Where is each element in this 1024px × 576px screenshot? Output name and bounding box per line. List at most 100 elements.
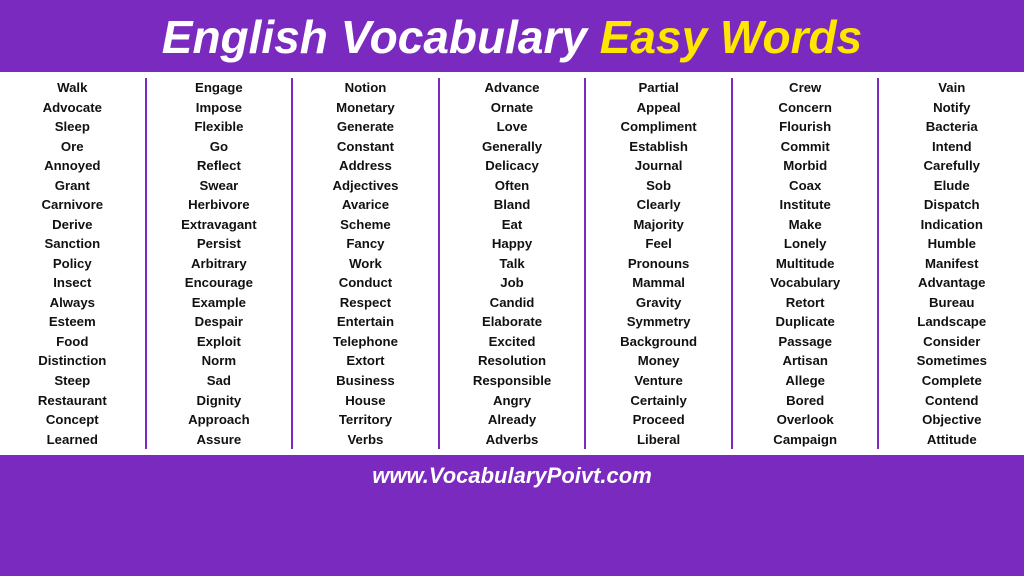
header: English Vocabulary Easy Words [0,0,1024,72]
word-item: Feel [645,234,671,254]
word-item: Exploit [197,332,241,352]
word-item: Vain [938,78,965,98]
word-item: Eat [502,215,523,235]
word-item: Background [620,332,697,352]
word-item: Engage [195,78,243,98]
word-item: Crew [789,78,821,98]
word-item: Generally [482,137,542,157]
word-item: Impose [196,98,242,118]
word-item: Carnivore [42,195,104,215]
word-item: Certainly [630,391,686,411]
word-item: Talk [499,254,524,274]
word-item: Make [789,215,822,235]
word-item: Overlook [777,410,834,430]
word-item: Sanction [44,234,100,254]
column-6: CrewConcernFlourishCommitMorbidCoaxInsti… [733,78,880,449]
word-item: Address [339,156,392,176]
word-item: Bland [494,195,531,215]
word-item: Commit [781,137,830,157]
word-item: Humble [928,234,976,254]
word-item: Entertain [337,312,394,332]
word-item: Campaign [773,430,837,450]
word-item: Sleep [55,117,90,137]
word-item: Scheme [340,215,391,235]
column-5: PartialAppealComplimentEstablishJournalS… [586,78,733,449]
word-item: Happy [492,234,532,254]
word-item: Dignity [197,391,242,411]
word-item: Verbs [347,430,383,450]
word-item: Morbid [783,156,827,176]
word-item: Example [192,293,246,313]
word-item: Business [336,371,395,391]
word-item: Landscape [917,312,986,332]
word-item: Extort [346,351,384,371]
column-2: EngageImposeFlexibleGoReflectSwearHerbiv… [147,78,294,449]
word-item: Liberal [637,430,680,450]
word-item: Clearly [637,195,681,215]
word-item: Elude [934,176,970,196]
word-item: Sob [646,176,671,196]
word-item: Advance [485,78,540,98]
word-item: Love [497,117,528,137]
word-item: Swear [199,176,238,196]
column-1: WalkAdvocateSleepOreAnnoyedGrantCarnivor… [0,78,147,449]
word-item: Steep [54,371,90,391]
word-item: Coax [789,176,821,196]
word-item: Flourish [779,117,831,137]
word-item: Constant [337,137,394,157]
word-item: Contend [925,391,978,411]
word-item: Reflect [197,156,241,176]
word-item: Go [210,137,228,157]
word-item: Journal [635,156,683,176]
column-7: VainNotifyBacteriaIntendCarefullyEludeDi… [879,78,1024,449]
word-item: Concern [778,98,832,118]
word-item: Walk [57,78,87,98]
word-item: Adverbs [486,430,539,450]
word-item: Gravity [636,293,681,313]
word-item: Money [638,351,680,371]
header-yellow-text: Easy Words [600,11,862,63]
word-item: Concept [46,410,99,430]
word-item: Pronouns [628,254,690,274]
word-item: Angry [493,391,531,411]
word-item: Responsible [473,371,551,391]
word-item: Esteem [49,312,96,332]
word-item: Venture [634,371,682,391]
word-item: Advocate [43,98,102,118]
word-item: Carefully [924,156,980,176]
header-white-text: English Vocabulary [162,11,600,63]
word-item: Symmetry [627,312,691,332]
word-item: Partial [638,78,678,98]
word-item: Encourage [185,273,253,293]
word-item: Advantage [918,273,985,293]
word-item: Telephone [333,332,398,352]
word-item: Notion [345,78,387,98]
word-item: Often [495,176,529,196]
word-item: Job [500,273,523,293]
word-item: Attitude [927,430,977,450]
word-item: Policy [53,254,92,274]
word-item: Allege [785,371,825,391]
word-item: Territory [339,410,392,430]
word-item: Food [56,332,88,352]
word-item: Flexible [194,117,243,137]
word-item: Persist [197,234,241,254]
word-item: Excited [489,332,536,352]
word-item: Consider [923,332,980,352]
word-item: Norm [202,351,236,371]
content-area: WalkAdvocateSleepOreAnnoyedGrantCarnivor… [0,72,1024,455]
word-item: Bacteria [926,117,978,137]
word-item: Sometimes [917,351,987,371]
word-item: Herbivore [188,195,250,215]
word-item: Annoyed [44,156,100,176]
word-item: Bureau [929,293,974,313]
word-item: Multitude [776,254,835,274]
footer-url: www.VocabularyPoivt.com [372,463,652,488]
word-item: Objective [922,410,981,430]
column-4: AdvanceOrnateLoveGenerallyDelicacyOftenB… [440,78,587,449]
word-item: Institute [780,195,831,215]
word-item: Ore [61,137,84,157]
word-item: Manifest [925,254,979,274]
word-item: Learned [47,430,98,450]
word-item: Fancy [346,234,384,254]
